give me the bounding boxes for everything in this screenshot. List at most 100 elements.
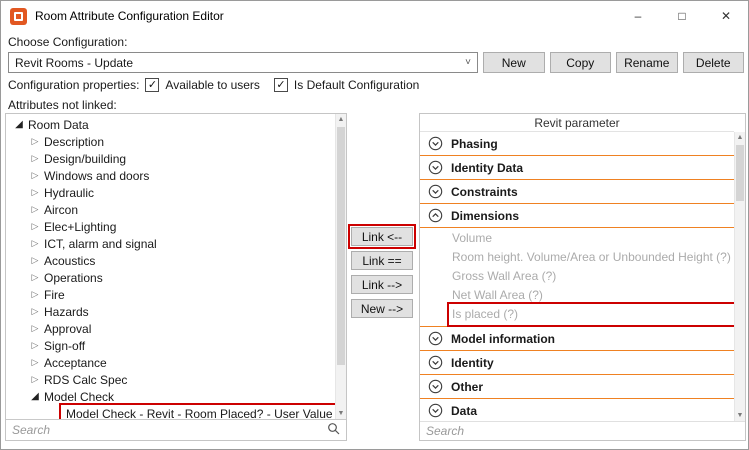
chevron-down-circle-icon[interactable] (428, 184, 443, 199)
tree-item-label: ICT, alarm and signal (44, 237, 157, 251)
expander-collapsed-icon[interactable]: ▷ (28, 204, 42, 215)
parameter-search-input[interactable] (426, 424, 739, 438)
tree-vertical-scrollbar[interactable]: ▲ ▼ (335, 114, 346, 419)
chevron-down-circle-icon[interactable] (428, 136, 443, 151)
checkbox-is-default-configuration[interactable]: ✓ (274, 78, 288, 92)
section-constraints[interactable]: Constraints (420, 180, 734, 204)
chevron-down-icon: ˅ (465, 57, 471, 68)
section-label: Phasing (451, 137, 498, 151)
tree-item-rds-calc-spec[interactable]: ▷ RDS Calc Spec (6, 371, 335, 388)
tree-item-label: Model Check - Revit - Room Placed? - Use… (62, 406, 335, 420)
tree-item-elec-lighting[interactable]: ▷ Elec+Lighting (6, 218, 335, 235)
configuration-select[interactable]: Revit Rooms - Update ˅ (8, 52, 478, 73)
section-label: Data (451, 404, 477, 418)
section-other[interactable]: Other (420, 375, 734, 399)
expander-collapsed-icon[interactable]: ▷ (28, 289, 42, 300)
expander-collapsed-icon[interactable]: ▷ (28, 170, 42, 181)
scroll-down-icon[interactable]: ▼ (336, 408, 346, 419)
tree-item-model-check[interactable]: ◢ Model Check (6, 388, 335, 405)
tree-item-description[interactable]: ▷ Description (6, 133, 335, 150)
parameter-item-net-wall-area[interactable]: Net Wall Area (?) (450, 286, 734, 305)
attributes-not-linked-label: Attributes not linked: (8, 98, 117, 112)
expander-collapsed-icon[interactable]: ▷ (28, 323, 42, 334)
link-equals-button[interactable]: Link == (351, 251, 413, 270)
tree-item-ict-alarm-and-signal[interactable]: ▷ ICT, alarm and signal (6, 235, 335, 252)
revit-parameter-column-header[interactable]: Revit parameter (420, 114, 734, 132)
expander-collapsed-icon[interactable]: ▷ (28, 153, 42, 164)
section-label: Identity (451, 356, 494, 370)
parameter-item-is-placed[interactable]: Is placed (?) (450, 305, 734, 324)
tree-item-model-check-revit-room-placed-user-value[interactable]: Model Check - Revit - Room Placed? - Use… (6, 405, 335, 419)
scroll-up-icon[interactable]: ▲ (336, 114, 346, 125)
expander-expanded-icon[interactable]: ◢ (12, 119, 26, 130)
expander-collapsed-icon[interactable]: ▷ (28, 136, 42, 147)
maximize-button[interactable]: □ (660, 1, 704, 31)
tree-item-label: Fire (44, 288, 65, 302)
expander-collapsed-icon[interactable]: ▷ (28, 221, 42, 232)
chevron-down-circle-icon[interactable] (428, 160, 443, 175)
close-button[interactable]: ✕ (704, 1, 748, 31)
chevron-down-circle-icon[interactable] (428, 379, 443, 394)
tree-search-input[interactable] (12, 423, 327, 437)
minimize-button[interactable]: – (616, 1, 660, 31)
parameter-item-room-height[interactable]: Room height. Volume/Area or Unbounded He… (450, 248, 734, 267)
tree-item-room-data[interactable]: ◢ Room Data (6, 116, 335, 133)
scrollbar-thumb[interactable] (736, 145, 744, 201)
tree-item-approval[interactable]: ▷ Approval (6, 320, 335, 337)
section-data[interactable]: Data (420, 399, 734, 421)
configuration-row: Revit Rooms - Update ˅ New Copy Rename D… (8, 52, 744, 73)
expander-collapsed-icon[interactable]: ▷ (28, 340, 42, 351)
section-identity[interactable]: Identity (420, 351, 734, 375)
expander-collapsed-icon[interactable]: ▷ (28, 272, 42, 283)
expander-expanded-icon[interactable]: ◢ (28, 391, 42, 402)
tree-item-hazards[interactable]: ▷ Hazards (6, 303, 335, 320)
tree-item-label: Acoustics (44, 254, 95, 268)
tree-item-label: Sign-off (44, 339, 85, 353)
chevron-down-circle-icon[interactable] (428, 403, 443, 418)
expander-collapsed-icon[interactable]: ▷ (28, 306, 42, 317)
link-left-button[interactable]: Link <-- (351, 227, 413, 246)
copy-button[interactable]: Copy (550, 52, 612, 73)
tree-item-label: Hydraulic (44, 186, 94, 200)
section-phasing[interactable]: Phasing (420, 132, 734, 156)
chevron-down-circle-icon[interactable] (428, 355, 443, 370)
chevron-down-circle-icon[interactable] (428, 331, 443, 346)
parameter-item-gross-wall-area[interactable]: Gross Wall Area (?) (450, 267, 734, 286)
tree-item-label: Approval (44, 322, 91, 336)
new-button[interactable]: New (483, 52, 545, 73)
section-model-information[interactable]: Model information (420, 327, 734, 351)
expander-collapsed-icon[interactable]: ▷ (28, 255, 42, 266)
tree-item-aircon[interactable]: ▷ Aircon (6, 201, 335, 218)
scroll-up-icon[interactable]: ▲ (735, 132, 745, 143)
expander-collapsed-icon[interactable]: ▷ (28, 238, 42, 249)
parameter-vertical-scrollbar[interactable]: ▲ ▼ (734, 132, 745, 421)
tree-item-design-building[interactable]: ▷ Design/building (6, 150, 335, 167)
tree-item-sign-off[interactable]: ▷ Sign-off (6, 337, 335, 354)
tree-item-windows-and-doors[interactable]: ▷ Windows and doors (6, 167, 335, 184)
parameter-item-volume[interactable]: Volume (450, 229, 734, 248)
revit-parameter-list: Phasing Identity Data Constraints Dimens… (420, 132, 734, 421)
tree-search-row (6, 419, 346, 440)
delete-button[interactable]: Delete (683, 52, 745, 73)
tree-item-acoustics[interactable]: ▷ Acoustics (6, 252, 335, 269)
tree-item-label: Windows and doors (44, 169, 149, 183)
tree-item-operations[interactable]: ▷ Operations (6, 269, 335, 286)
choose-configuration-label: Choose Configuration: (8, 35, 127, 49)
chevron-up-circle-icon[interactable] (428, 208, 443, 223)
scroll-down-icon[interactable]: ▼ (735, 410, 745, 421)
section-label: Other (451, 380, 483, 394)
section-dimensions[interactable]: Dimensions (420, 204, 734, 228)
section-identity-data[interactable]: Identity Data (420, 156, 734, 180)
tree-item-acceptance[interactable]: ▷ Acceptance (6, 354, 335, 371)
section-label: Model information (451, 332, 555, 346)
rename-button[interactable]: Rename (616, 52, 678, 73)
expander-collapsed-icon[interactable]: ▷ (28, 187, 42, 198)
tree-item-fire[interactable]: ▷ Fire (6, 286, 335, 303)
scrollbar-thumb[interactable] (337, 127, 345, 365)
link-right-button[interactable]: Link --> (351, 275, 413, 294)
checkbox-available-to-users[interactable]: ✓ (145, 78, 159, 92)
tree-item-hydraulic[interactable]: ▷ Hydraulic (6, 184, 335, 201)
new-right-button[interactable]: New --> (351, 299, 413, 318)
expander-collapsed-icon[interactable]: ▷ (28, 374, 42, 385)
expander-collapsed-icon[interactable]: ▷ (28, 357, 42, 368)
